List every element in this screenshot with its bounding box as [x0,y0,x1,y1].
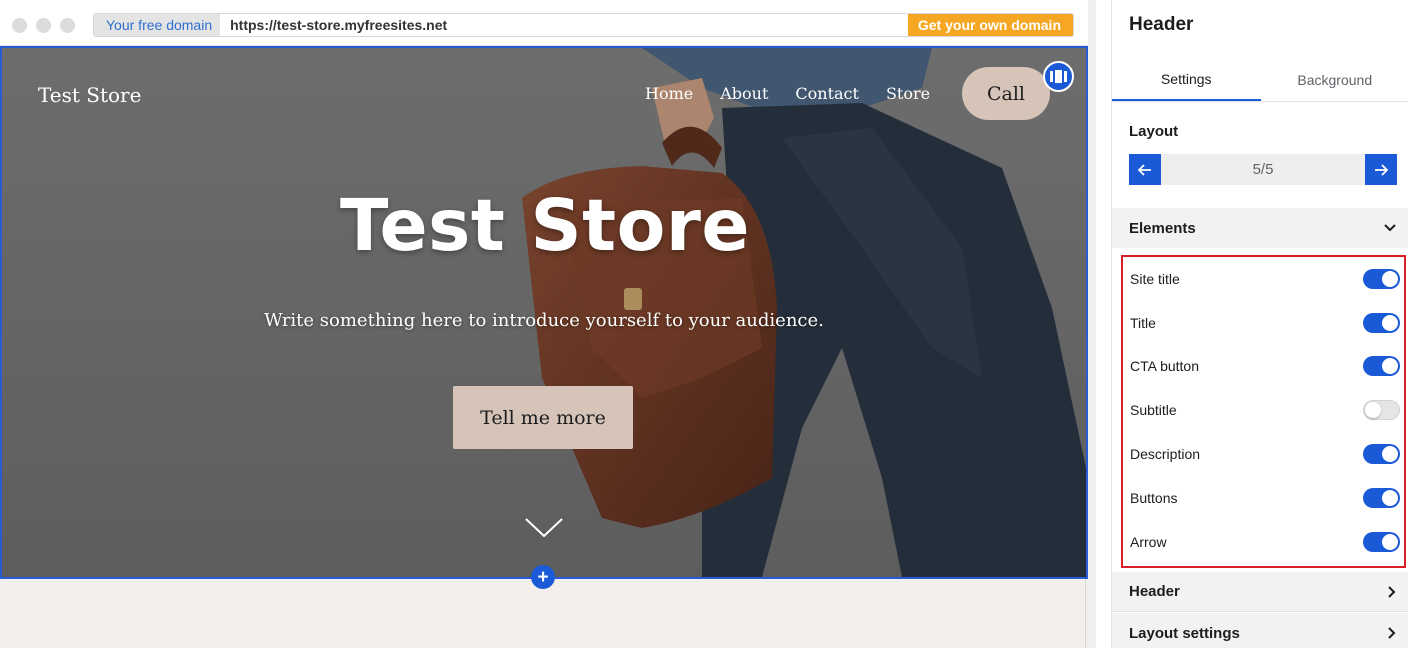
tab-settings[interactable]: Settings [1112,58,1261,101]
element-label: Title [1130,315,1156,331]
element-toggle-row: CTA button [1130,354,1400,378]
chevron-down-icon [1384,224,1396,232]
chevron-right-icon [1388,585,1396,598]
title-toggle[interactable] [1363,313,1400,333]
elements-section-label: Elements [1129,219,1196,237]
layout-stepper: 5/5 [1129,154,1397,185]
element-label: Buttons [1130,490,1178,506]
element-label: Arrow [1130,534,1167,550]
element-label: Subtitle [1130,402,1177,418]
element-toggle-row: Subtitle [1130,398,1400,422]
tab-background[interactable]: Background [1261,58,1408,101]
buttons-toggle[interactable] [1363,488,1400,508]
header-section[interactable]: Test Store Home About Contact Store Call… [0,46,1088,579]
layout-label: Layout [1129,123,1179,140]
window-dot-icon [60,18,75,33]
layout-next-button[interactable] [1364,154,1397,185]
get-own-domain-button[interactable]: Get your own domain [907,14,1073,36]
hero-title[interactable]: Test Store [2,184,1086,267]
element-toggle-row: Title [1130,311,1400,335]
nav-link-contact[interactable]: Contact [795,84,859,103]
site-preview: Your free domain https://test-store.myfr… [0,0,1096,648]
chevron-down-icon[interactable] [525,518,563,538]
cta-button-toggle[interactable] [1363,356,1400,376]
subtitle-toggle[interactable] [1363,400,1400,420]
site-url: https://test-store.myfreesites.net [230,17,448,33]
add-section-button[interactable]: + [531,565,555,589]
element-toggle-row: Site title [1130,267,1400,291]
header-settings-row[interactable]: Header [1112,572,1408,612]
browser-chrome: Your free domain https://test-store.myfr… [0,0,1088,46]
panel-title: Header [1129,14,1194,35]
element-label: Site title [1130,271,1180,287]
nav-link-store[interactable]: Store [886,84,930,103]
elements-list: Site title Title CTA button Subtitle Des… [1121,255,1406,568]
arrow-toggle[interactable] [1363,532,1400,552]
panel-tabs: Settings Background [1112,58,1408,102]
layout-settings-row[interactable]: Layout settings [1112,613,1408,648]
element-label: CTA button [1130,358,1200,374]
window-dot-icon [12,18,27,33]
layout-counter: 5/5 [1252,161,1274,178]
site-navigation: Home About Contact Store [645,84,957,103]
cta-button[interactable]: Tell me more [453,386,633,449]
free-domain-label: Your free domain [94,14,221,36]
header-settings-label: Header [1129,583,1180,600]
section-options-icon[interactable] [1043,61,1074,92]
elements-section-header[interactable]: Elements [1112,208,1408,248]
editor-panel: Header Settings Background Layout 5/5 El… [1111,0,1408,648]
layout-prev-button[interactable] [1129,154,1161,185]
chevron-right-icon [1388,627,1396,639]
call-button[interactable]: Call [962,67,1050,120]
arrow-right-icon [1374,163,1388,176]
element-toggle-row: Buttons [1130,486,1400,510]
window-dot-icon [36,18,51,33]
site-title[interactable]: Test Store [38,83,141,107]
element-label: Description [1130,446,1201,462]
nav-link-about[interactable]: About [720,84,768,103]
nav-link-home[interactable]: Home [645,84,693,103]
address-bar: Your free domain https://test-store.myfr… [93,13,1074,37]
layout-settings-label: Layout settings [1129,624,1240,642]
next-section [0,579,1086,648]
element-toggle-row: Description [1130,442,1400,466]
element-toggle-row: Arrow [1130,530,1400,554]
hero-description[interactable]: Write something here to introduce yourse… [2,310,1086,331]
hero-title-text: Test Store [339,184,751,267]
site-title-toggle[interactable] [1363,269,1400,289]
arrow-left-icon [1138,163,1151,176]
description-toggle[interactable] [1363,444,1400,464]
